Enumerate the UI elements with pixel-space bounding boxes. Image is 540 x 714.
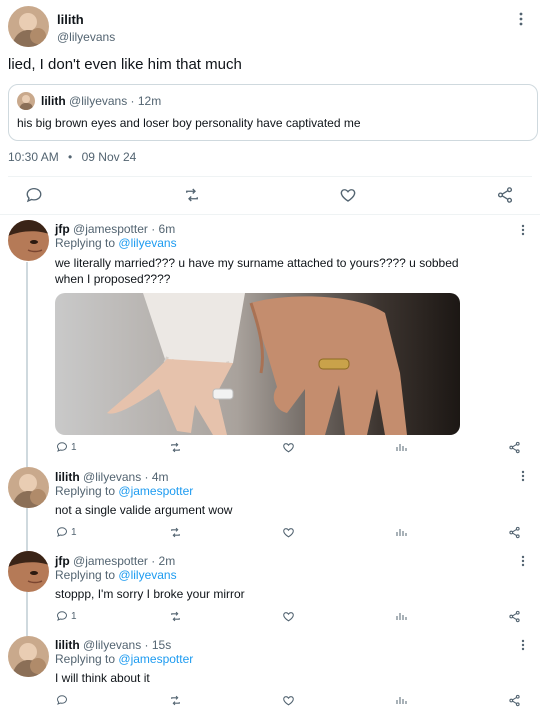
replying-to-link[interactable]: @jamespotter xyxy=(118,484,193,498)
tweet-time: 10:30 AM xyxy=(8,150,59,164)
reply-author-meta: @jamespotter · 2m xyxy=(73,554,176,568)
views-bar-chart-icon[interactable] xyxy=(395,526,407,538)
reply-media-image[interactable] xyxy=(55,293,460,435)
replying-to-link[interactable]: @lilyevans xyxy=(118,568,176,582)
reply-bubble-icon[interactable]: 1 xyxy=(56,610,77,622)
reply-count: 1 xyxy=(71,610,77,622)
reply-author-name[interactable]: jfp xyxy=(55,222,70,236)
reply-bubble-icon[interactable]: 1 xyxy=(56,526,77,538)
reply-text: we literally married??? u have my surnam… xyxy=(55,256,459,286)
replying-to-line: Replying to @jamespotter xyxy=(55,652,193,666)
reply-author-meta: @jamespotter · 6m xyxy=(73,222,176,236)
replying-to-prefix: Replying to xyxy=(55,236,116,250)
replying-to-prefix: Replying to xyxy=(55,652,116,666)
heart-icon[interactable] xyxy=(282,610,295,623)
heart-icon[interactable] xyxy=(282,441,295,454)
reply-author-meta: @lilyevans · 15s xyxy=(83,638,172,652)
share-icon[interactable] xyxy=(508,526,521,539)
reply-header: lilith @lilyevans · 15s xyxy=(55,638,171,652)
views-bar-chart-icon[interactable] xyxy=(395,610,407,622)
share-icon[interactable] xyxy=(508,610,521,623)
reply-text: stoppp, I'm sorry I broke your mirror xyxy=(55,587,245,601)
retweet-icon[interactable] xyxy=(169,441,182,454)
divider xyxy=(8,176,532,177)
retweet-icon[interactable] xyxy=(183,186,201,204)
reply-author-name[interactable]: jfp xyxy=(55,554,70,568)
retweet-icon[interactable] xyxy=(169,526,182,539)
quoted-header: lilith @lilyevans · 12m xyxy=(41,94,161,108)
reply-author-meta: @lilyevans · 4m xyxy=(83,470,169,484)
quoted-tweet-card[interactable]: lilith @lilyevans · 12m his big brown ey… xyxy=(8,84,538,141)
heart-icon[interactable] xyxy=(282,694,295,707)
share-icon[interactable] xyxy=(508,694,521,707)
reply-header: jfp @jamespotter · 6m xyxy=(55,222,175,236)
views-bar-chart-icon[interactable] xyxy=(395,441,407,453)
replying-to-prefix: Replying to xyxy=(55,484,116,498)
quoted-author-meta: @lilyevans · 12m xyxy=(69,94,162,108)
thread-line xyxy=(26,262,28,662)
tweet-timestamp: 10:30 AM • 09 Nov 24 xyxy=(8,150,136,164)
replying-to-link[interactable]: @lilyevans xyxy=(118,236,176,250)
reply-avatar[interactable] xyxy=(8,636,49,677)
more-vertical-icon[interactable] xyxy=(520,470,526,484)
reply-text: I will think about it xyxy=(55,671,150,685)
reply-header: lilith @lilyevans · 4m xyxy=(55,470,169,484)
heart-icon[interactable] xyxy=(339,186,357,204)
tweet-date: 09 Nov 24 xyxy=(81,150,137,164)
more-vertical-icon[interactable] xyxy=(518,12,524,28)
main-author-handle[interactable]: @lilyevans xyxy=(57,30,115,44)
separator-dot: • xyxy=(68,150,73,164)
reply-author-name[interactable]: lilith xyxy=(55,470,80,484)
reply-text: not a single valide argument wow xyxy=(55,503,233,517)
reply-bubble-icon[interactable]: 1 xyxy=(56,441,77,453)
quoted-author-name: lilith xyxy=(41,94,66,108)
replying-to-link[interactable]: @jamespotter xyxy=(118,652,193,666)
reply-header: jfp @jamespotter · 2m xyxy=(55,554,175,568)
reply-avatar[interactable] xyxy=(8,551,49,592)
reply-count: 1 xyxy=(71,526,77,538)
share-icon[interactable] xyxy=(508,441,521,454)
quoted-tweet-text: his big brown eyes and loser boy persona… xyxy=(17,116,361,130)
retweet-icon[interactable] xyxy=(169,610,182,623)
divider xyxy=(0,214,540,215)
reply-author-name[interactable]: lilith xyxy=(55,638,80,652)
more-vertical-icon[interactable] xyxy=(520,224,526,238)
reply-avatar[interactable] xyxy=(8,220,49,261)
replying-to-line: Replying to @lilyevans xyxy=(55,568,177,582)
quoted-avatar xyxy=(17,92,35,110)
views-bar-chart-icon[interactable] xyxy=(395,694,407,706)
reply-avatar[interactable] xyxy=(8,467,49,508)
reply-count: 1 xyxy=(71,441,77,453)
reply-bubble-icon[interactable] xyxy=(56,694,71,706)
replying-to-line: Replying to @lilyevans xyxy=(55,236,177,250)
main-tweet-text: lied, I don't even like him that much xyxy=(8,56,242,73)
main-author-name[interactable]: lilith xyxy=(57,12,84,27)
reply-bubble-icon[interactable] xyxy=(25,186,43,204)
retweet-icon[interactable] xyxy=(169,694,182,707)
replying-to-line: Replying to @jamespotter xyxy=(55,484,193,498)
replying-to-prefix: Replying to xyxy=(55,568,116,582)
heart-icon[interactable] xyxy=(282,526,295,539)
share-icon[interactable] xyxy=(496,186,514,204)
main-avatar[interactable] xyxy=(8,6,49,47)
more-vertical-icon[interactable] xyxy=(520,555,526,569)
more-vertical-icon[interactable] xyxy=(520,639,526,653)
